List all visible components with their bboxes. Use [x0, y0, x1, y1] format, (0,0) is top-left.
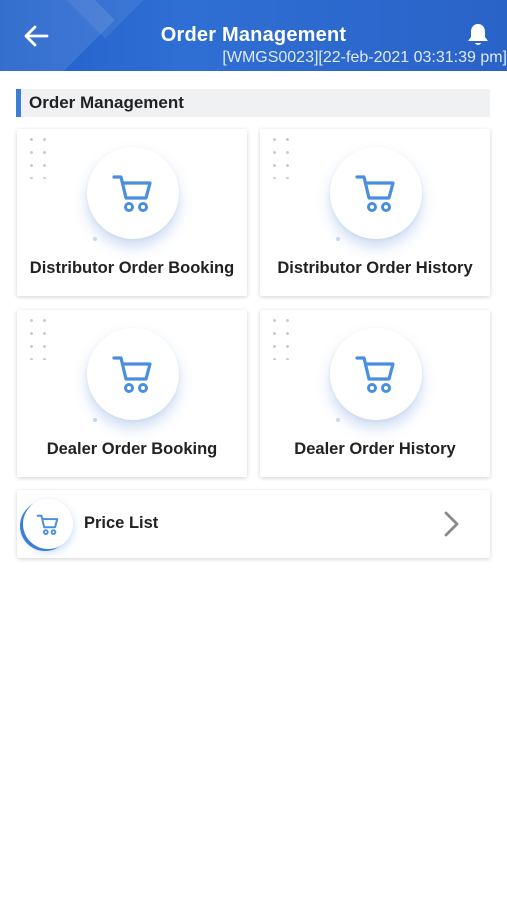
app-bar: Order Management [WMGS0023][22-feb-2021 … — [0, 0, 507, 71]
dot-decoration — [93, 237, 97, 241]
dots-decoration — [25, 314, 51, 360]
icon-circle — [87, 147, 179, 239]
tile-dealer-order-history[interactable]: Dealer Order History — [260, 310, 490, 477]
page-title: Order Management — [160, 24, 347, 46]
tile-label: Distributor Order History — [277, 259, 473, 277]
dots-decoration — [25, 133, 51, 179]
icon-circle — [330, 147, 422, 239]
icon-circle — [330, 328, 422, 420]
bell-icon — [468, 24, 488, 45]
dot-decoration — [336, 418, 340, 422]
dot-decoration — [336, 237, 340, 241]
chevron-right-icon — [444, 511, 459, 537]
tile-label: Distributor Order Booking — [29, 259, 235, 277]
tile-distributor-order-booking[interactable]: Distributor Order Booking — [17, 129, 247, 296]
tile-distributor-order-history[interactable]: Distributor Order History — [260, 129, 490, 296]
price-list-label: Price List — [84, 514, 159, 532]
cart-icon — [112, 356, 152, 393]
notifications-button[interactable] — [463, 20, 493, 50]
dot-decoration — [93, 418, 97, 422]
tile-label: Dealer Order History — [294, 440, 456, 458]
cart-icon — [355, 175, 395, 212]
cart-icon — [36, 514, 59, 535]
tile-label: Dealer Order Booking — [46, 440, 218, 458]
icon-circle — [23, 499, 73, 549]
section-header: Order Management — [16, 89, 490, 117]
session-info: [WMGS0023][22-feb-2021 03:31:39 pm] — [222, 49, 507, 66]
price-list-item[interactable]: Price List — [17, 490, 490, 558]
cart-icon — [355, 356, 395, 393]
tile-dealer-order-booking[interactable]: Dealer Order Booking — [17, 310, 247, 477]
dots-decoration — [268, 314, 294, 360]
dots-decoration — [268, 133, 294, 179]
icon-circle — [87, 328, 179, 420]
cart-icon — [112, 175, 152, 212]
